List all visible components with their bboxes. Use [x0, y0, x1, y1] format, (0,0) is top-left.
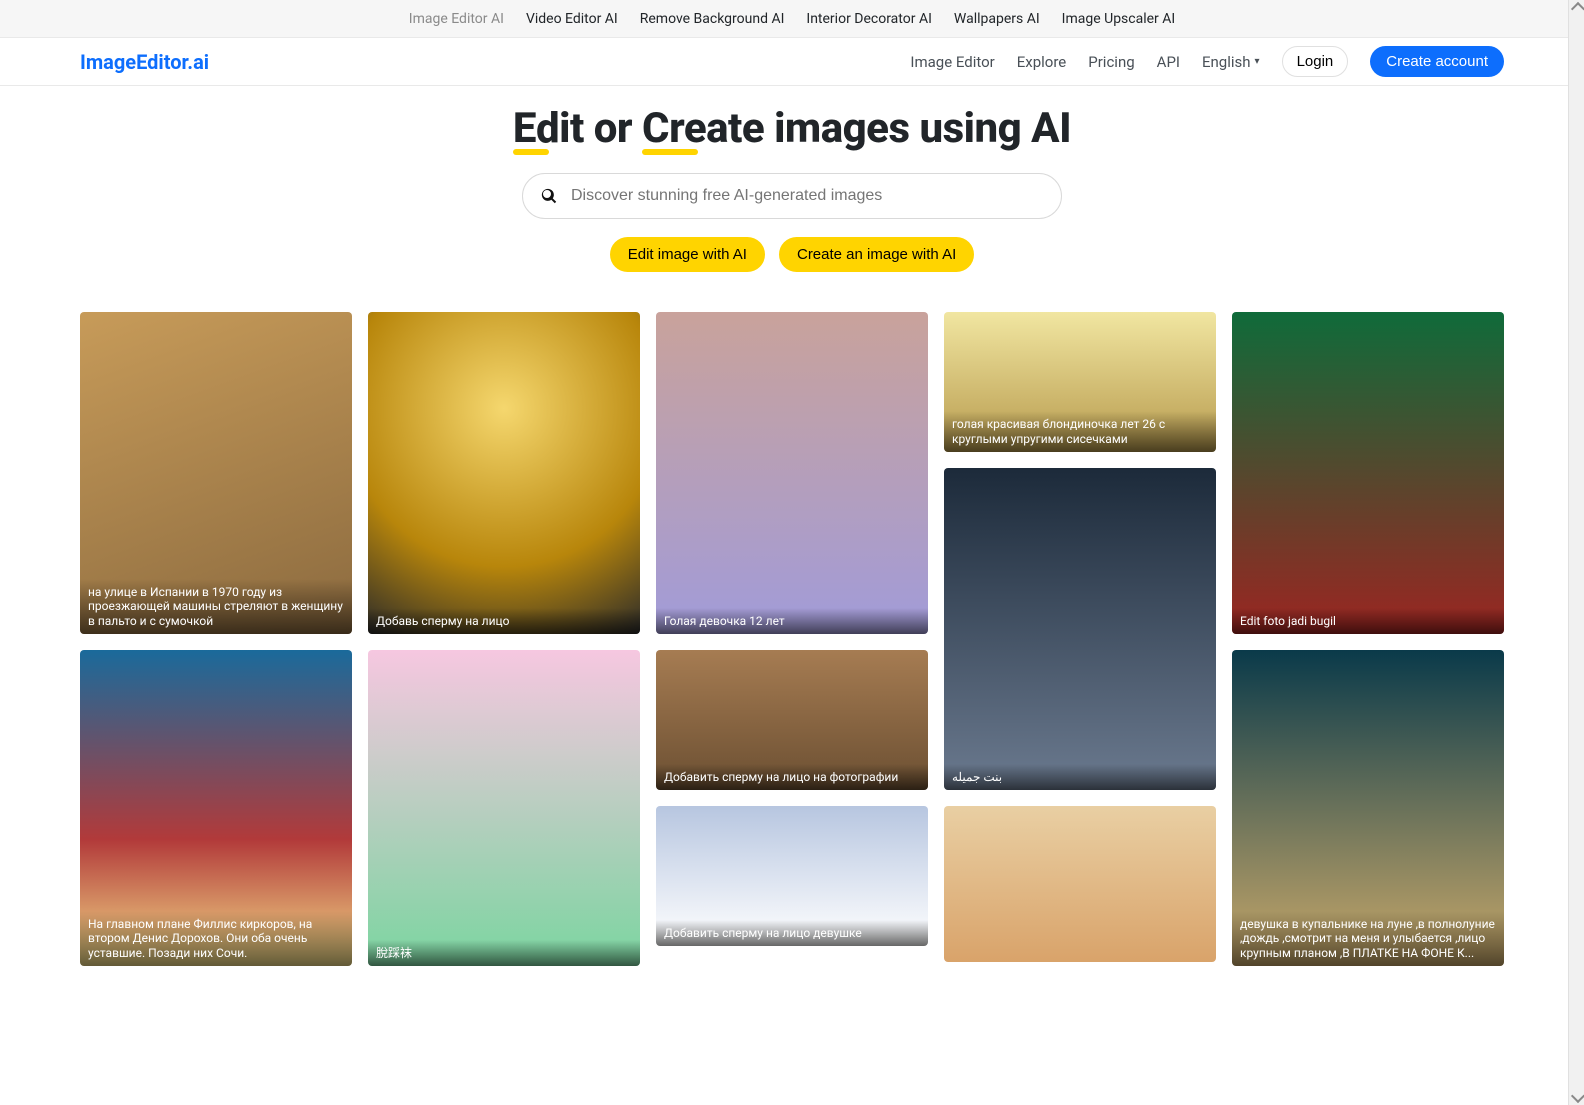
edit-image-button[interactable]: Edit image with AI: [610, 237, 765, 272]
gallery-card[interactable]: بنت جميله: [944, 468, 1216, 790]
nav-image-editor[interactable]: Image Editor: [910, 53, 994, 71]
search-input[interactable]: [571, 187, 1043, 205]
brand-logo[interactable]: ImageEditor.ai: [80, 50, 209, 74]
card-caption: بنت جميله: [944, 764, 1216, 790]
gallery-card[interactable]: Добавить сперму на лицо девушке: [656, 806, 928, 946]
card-caption: Добавить сперму на лицо девушке: [656, 920, 928, 946]
gallery-card[interactable]: Добавить сперму на лицо на фотографии: [656, 650, 928, 790]
gallery-card[interactable]: девушка в купальнике на луне ,в полнолун…: [1232, 650, 1504, 966]
card-caption: голая красивая блондиночка лет 26 с круг…: [944, 411, 1216, 452]
search-icon: [541, 188, 557, 204]
gallery-card[interactable]: на улице в Испании в 1970 году из проезж…: [80, 312, 352, 634]
language-label: English: [1202, 53, 1251, 71]
hero-buttons: Edit image with AI Create an image with …: [0, 237, 1584, 272]
card-caption: Голая девочка 12 лет: [656, 608, 928, 634]
search-bar[interactable]: [522, 173, 1062, 219]
card-caption: 脫踩袜: [368, 940, 640, 966]
title-part-4: reate images using AI: [669, 104, 1071, 153]
nav-explore[interactable]: Explore: [1017, 53, 1067, 71]
top-nav: Image Editor AI Video Editor AI Remove B…: [0, 0, 1584, 38]
card-caption: На главном плане Филлис киркоров, на вто…: [80, 911, 352, 966]
topnav-video-editor-ai[interactable]: Video Editor AI: [526, 11, 618, 27]
gallery-card[interactable]: 脫踩袜: [368, 650, 640, 966]
title-part-3: C: [642, 104, 669, 153]
gallery-card[interactable]: На главном плане Филлис киркоров, на вто…: [80, 650, 352, 966]
card-caption: девушка в купальнике на луне ,в полнолун…: [1232, 911, 1504, 966]
topnav-interior-decorator-ai[interactable]: Interior Decorator AI: [806, 11, 932, 27]
topnav-wallpapers-ai[interactable]: Wallpapers AI: [954, 11, 1040, 27]
hero: Edit or Create images using AI Edit imag…: [0, 86, 1584, 292]
image-gallery: на улице в Испании в 1970 году из проезж…: [0, 292, 1584, 977]
login-button[interactable]: Login: [1282, 46, 1349, 77]
card-caption: Добавь сперму на лицо: [368, 608, 640, 634]
nav-right: Image Editor Explore Pricing API English…: [910, 46, 1504, 77]
gallery-card[interactable]: голая красивая блондиночка лет 26 с круг…: [944, 312, 1216, 452]
nav-pricing[interactable]: Pricing: [1088, 53, 1134, 71]
vertical-scrollbar[interactable]: [1568, 0, 1584, 1105]
card-caption: Edit foto jadi bugil: [1232, 608, 1504, 634]
topnav-remove-background-ai[interactable]: Remove Background AI: [640, 11, 785, 27]
chevron-down-icon: ▾: [1255, 56, 1260, 67]
title-part-1: E: [513, 104, 536, 153]
create-image-button[interactable]: Create an image with AI: [779, 237, 974, 272]
gallery-card[interactable]: Добавь сперму на лицо: [368, 312, 640, 634]
card-caption: на улице в Испании в 1970 году из проезж…: [80, 579, 352, 634]
topnav-image-editor-ai[interactable]: Image Editor AI: [409, 11, 504, 27]
language-dropdown[interactable]: English ▾: [1202, 53, 1260, 71]
page-title: Edit or Create images using AI: [0, 104, 1584, 153]
gallery-card[interactable]: Голая девочка 12 лет: [656, 312, 928, 634]
card-caption: Добавить сперму на лицо на фотографии: [656, 764, 928, 790]
nav-api[interactable]: API: [1157, 53, 1180, 71]
create-account-button[interactable]: Create account: [1370, 46, 1504, 77]
gallery-card[interactable]: Edit foto jadi bugil: [1232, 312, 1504, 634]
title-part-2: dit or: [536, 104, 642, 153]
topnav-image-upscaler-ai[interactable]: Image Upscaler AI: [1062, 11, 1176, 27]
secondary-nav: ImageEditor.ai Image Editor Explore Pric…: [0, 38, 1584, 86]
gallery-card[interactable]: [944, 806, 1216, 962]
